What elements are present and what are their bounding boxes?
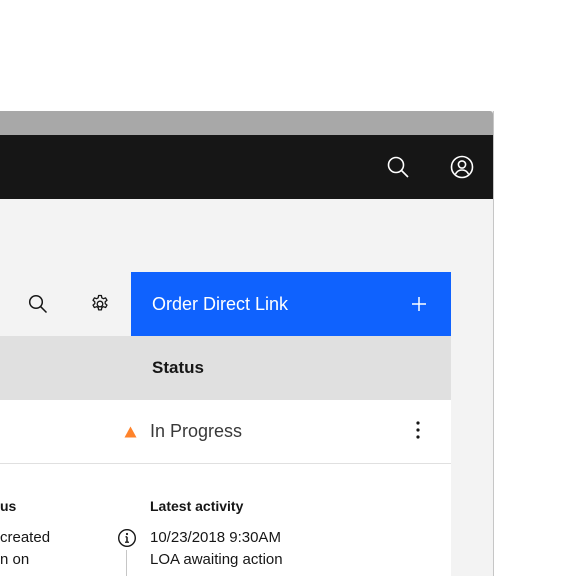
app-header	[0, 135, 493, 199]
status-value: In Progress	[150, 421, 243, 441]
app-window: Order Direct Link Status In Progress us …	[0, 111, 494, 576]
order-direct-link-label: Order Direct Link	[152, 293, 289, 314]
header-user-button[interactable]	[430, 135, 493, 199]
table-row[interactable]: In Progress	[0, 400, 451, 464]
search-icon	[387, 156, 409, 178]
gear-icon	[92, 294, 108, 311]
latest-activity-timestamp: 10/23/2018 9:30AM	[150, 529, 281, 546]
details-text-fragment-1: created	[0, 529, 51, 546]
order-direct-link-button[interactable]: Order Direct Link	[131, 272, 451, 336]
latest-activity-heading: Latest activity	[150, 498, 244, 514]
search-icon	[28, 294, 48, 314]
latest-activity-text: LOA awaiting action	[150, 551, 283, 568]
add-icon	[412, 297, 426, 311]
table-header-row: Status	[0, 336, 451, 400]
table-search-button[interactable]	[6, 272, 70, 336]
overflow-menu-icon	[416, 421, 420, 439]
details-text-fragment-2: n on	[0, 551, 30, 568]
activity-timeline-line	[126, 550, 127, 576]
header-search-button[interactable]	[366, 135, 430, 199]
column-header-status[interactable]: Status	[152, 336, 204, 400]
table-settings-button[interactable]	[68, 272, 132, 336]
expanded-row-details: us created n on Latest activity 10/23/20…	[0, 464, 451, 576]
warning-triangle-icon	[124, 426, 137, 438]
window-title-bar	[0, 111, 493, 135]
row-overflow-menu-button[interactable]	[400, 410, 436, 450]
details-heading-fragment: us	[0, 498, 17, 514]
info-icon[interactable]	[117, 528, 137, 548]
user-avatar-icon	[450, 155, 474, 179]
